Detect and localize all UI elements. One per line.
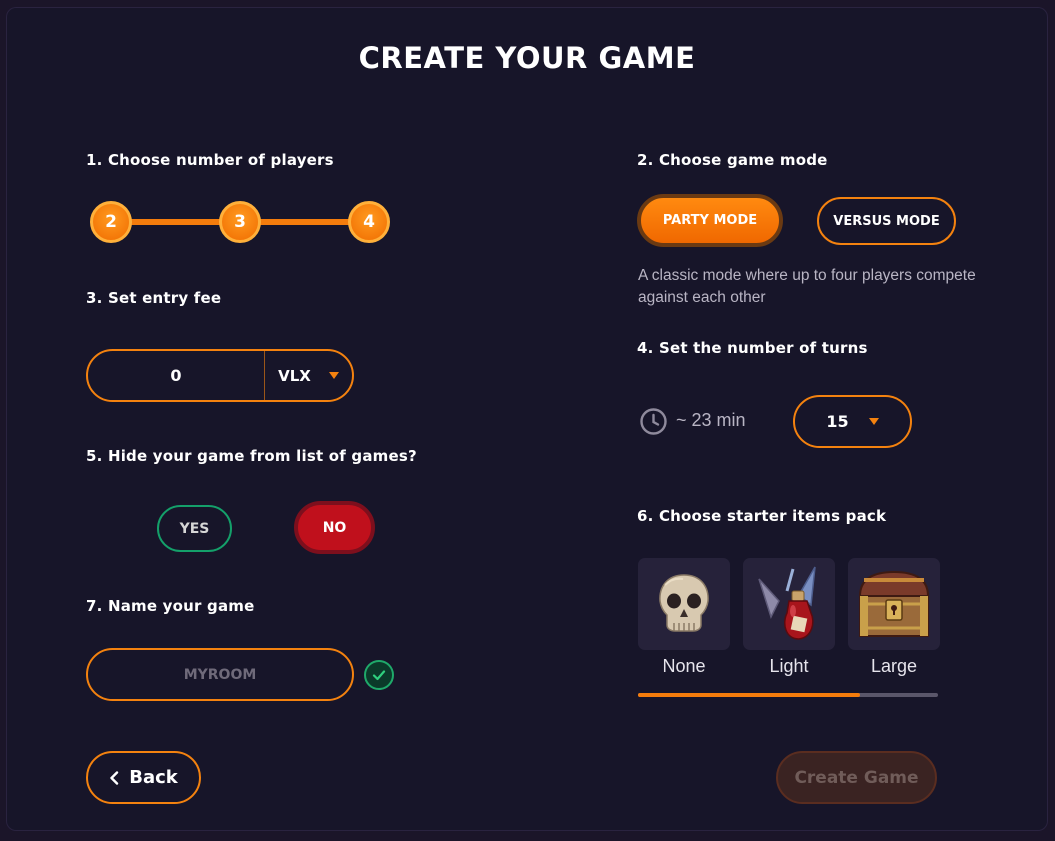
entry-fee-label: 3. Set entry fee	[86, 289, 222, 307]
currency-value: VLX	[278, 366, 311, 385]
chevron-left-icon	[110, 770, 119, 785]
starter-pack-label: 6. Choose starter items pack	[637, 507, 887, 525]
entry-fee-value[interactable]: 0	[88, 351, 264, 400]
hide-no-button[interactable]: NO	[294, 501, 375, 554]
treasure-chest-icon	[858, 570, 930, 637]
page-title: CREATE YOUR GAME	[358, 41, 696, 75]
chevron-down-icon	[868, 418, 879, 425]
player-option-4[interactable]: 4	[348, 201, 390, 243]
currency-select[interactable]: VLX	[265, 351, 352, 400]
pack-scrollbar-thumb[interactable]	[638, 693, 860, 697]
chevron-down-icon	[328, 372, 339, 379]
versus-mode-button[interactable]: VERSUS MODE	[817, 197, 956, 245]
entry-fee-field[interactable]: 0 VLX	[86, 349, 354, 402]
pack-light-label: Light	[769, 656, 809, 676]
player-option-2[interactable]: 2	[90, 201, 132, 243]
pack-large-label: Large	[870, 656, 918, 676]
skull-icon	[659, 574, 709, 632]
party-mode-button[interactable]: PARTY MODE	[637, 194, 783, 247]
fee-divider	[264, 351, 265, 400]
turns-value: 15	[826, 412, 849, 431]
back-label: Back	[129, 767, 178, 788]
hide-game-label: 5. Hide your game from list of games?	[86, 447, 417, 465]
mode-description: A classic mode where up to four players …	[638, 267, 976, 306]
hide-yes-button[interactable]: YES	[157, 505, 232, 552]
player-option-3[interactable]: 3	[219, 201, 261, 243]
pack-none-label: None	[662, 656, 706, 676]
game-name-input[interactable]	[86, 648, 354, 701]
create-game-button[interactable]: Create Game	[776, 751, 937, 804]
turns-label: 4. Set the number of turns	[637, 339, 868, 357]
game-mode-label: 2. Choose game mode	[637, 151, 828, 169]
pack-large[interactable]	[848, 558, 940, 650]
players-label: 1. Choose number of players	[86, 151, 334, 169]
estimated-time: ~ 23 min	[676, 410, 746, 430]
clock-icon	[640, 408, 667, 435]
pack-light[interactable]	[743, 558, 835, 650]
back-button[interactable]: Back	[86, 751, 201, 804]
pack-scrollbar[interactable]	[638, 693, 938, 697]
pack-none[interactable]	[638, 558, 730, 650]
potion-icon	[758, 566, 816, 640]
check-icon	[364, 660, 394, 690]
name-game-label: 7. Name your game	[86, 597, 255, 615]
turns-select[interactable]: 15	[793, 395, 912, 448]
